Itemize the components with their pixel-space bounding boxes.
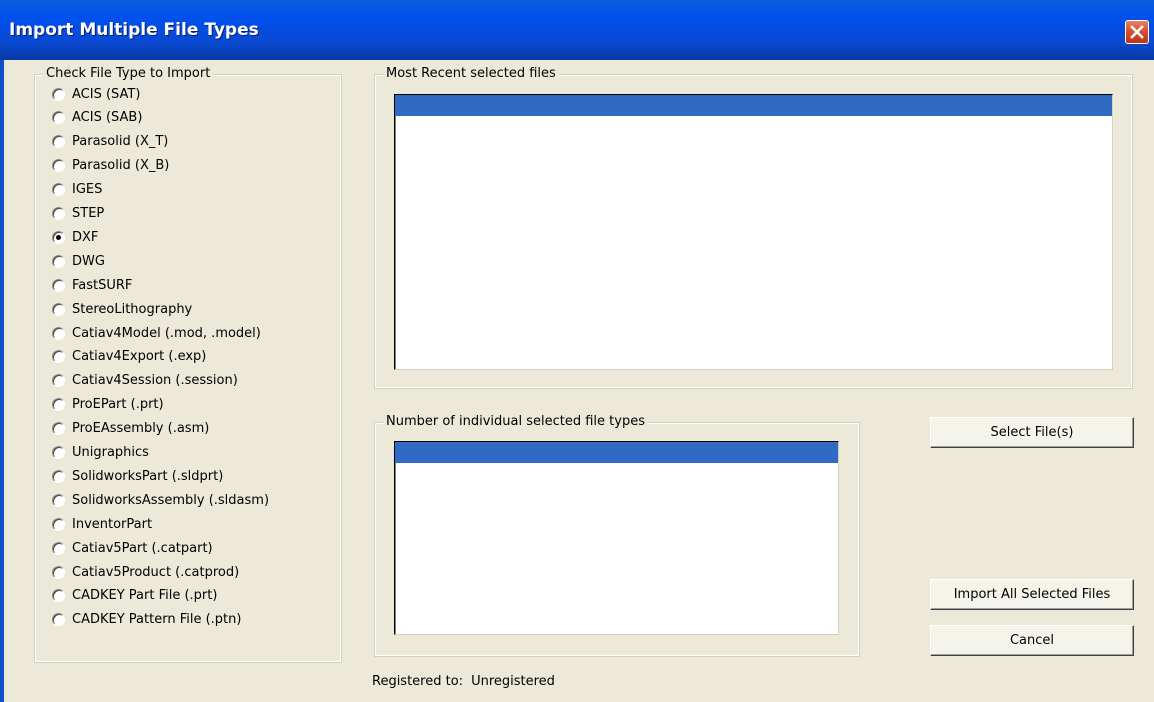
radio-option-label: StereoLithography xyxy=(72,301,193,317)
radio-button[interactable] xyxy=(52,278,65,292)
window-title: Import Multiple File Types xyxy=(9,20,259,40)
radio-button[interactable] xyxy=(52,469,65,483)
radio-option-catiav4model-mod-model[interactable]: Catiav4Model (.mod, .model) xyxy=(52,322,261,344)
radio-option-iges[interactable]: IGES xyxy=(52,179,102,201)
radio-option-label: Catiav5Product (.catprod) xyxy=(72,564,240,580)
close-icon xyxy=(1130,25,1144,39)
radio-option-label: Catiav4Model (.mod, .model) xyxy=(72,325,261,341)
radio-option-fastsurf[interactable]: FastSURF xyxy=(52,274,132,296)
radio-button[interactable] xyxy=(52,589,65,603)
registration-value: Unregistered xyxy=(471,674,555,689)
title-bar[interactable]: Import Multiple File Types xyxy=(0,0,1154,60)
radio-option-label: DWG xyxy=(72,253,105,269)
file-type-group-legend: Check File Type to Import xyxy=(43,66,214,82)
radio-option-label: Catiav5Part (.catpart) xyxy=(72,540,213,556)
radio-option-catiav4session-session[interactable]: Catiav4Session (.session) xyxy=(52,370,238,392)
radio-button[interactable] xyxy=(52,565,65,579)
radio-button[interactable] xyxy=(52,446,65,459)
radio-button[interactable] xyxy=(52,613,65,627)
radio-button[interactable] xyxy=(52,374,65,388)
radio-option-catiav5product-catprod[interactable]: Catiav5Product (.catprod) xyxy=(52,561,239,583)
radio-option-label: Unigraphics xyxy=(72,445,149,460)
radio-option-step[interactable]: STEP xyxy=(52,203,104,225)
radio-option-parasolid-x-b[interactable]: Parasolid (X_B) xyxy=(52,155,169,177)
radio-option-label: Catiav4Session (.session) xyxy=(72,373,238,389)
recent-files-group-legend: Most Recent selected files xyxy=(383,66,559,82)
radio-button[interactable] xyxy=(52,159,65,173)
radio-option-cadkey-part-file-prt[interactable]: CADKEY Part File (.prt) xyxy=(52,585,217,607)
radio-option-dxf[interactable]: DXF xyxy=(52,226,98,248)
radio-button[interactable] xyxy=(52,350,65,364)
radio-option-solidworksassembly-sldasm[interactable]: SolidworksAssembly (.sldasm) xyxy=(52,489,269,511)
select-files-button[interactable]: Select File(s) xyxy=(930,417,1134,448)
registration-label: Registered to: xyxy=(372,674,464,689)
radio-option-proeassembly-asm[interactable]: ProEAssembly (.asm) xyxy=(52,418,209,440)
radio-option-cadkey-pattern-file-ptn[interactable]: CADKEY Pattern File (.ptn) xyxy=(52,609,241,631)
radio-option-parasolid-x-t[interactable]: Parasolid (X_T) xyxy=(52,131,168,153)
radio-option-label: DXF xyxy=(72,229,99,245)
radio-button[interactable] xyxy=(52,183,65,197)
radio-button[interactable] xyxy=(52,517,65,531)
radio-button[interactable] xyxy=(52,326,65,340)
radio-option-label: Parasolid (X_B) xyxy=(72,158,170,174)
radio-option-stereolithography[interactable]: StereoLithography xyxy=(52,298,192,320)
radio-option-label: STEP xyxy=(72,206,105,221)
radio-option-inventorpart[interactable]: InventorPart xyxy=(52,513,152,535)
radio-option-label: ProEPart (.prt) xyxy=(72,397,164,413)
radio-option-proepart-prt[interactable]: ProEPart (.prt) xyxy=(52,394,164,416)
cancel-button[interactable]: Cancel xyxy=(930,625,1134,656)
radio-option-label: ACIS (SAB) xyxy=(72,110,143,126)
type-counts-selected-row[interactable] xyxy=(395,442,838,463)
radio-option-catiav4export-exp[interactable]: Catiav4Export (.exp) xyxy=(52,346,206,368)
radio-button[interactable] xyxy=(52,302,65,316)
radio-button[interactable] xyxy=(52,111,65,125)
radio-option-catiav5part-catpart[interactable]: Catiav5Part (.catpart) xyxy=(52,537,213,559)
radio-button[interactable] xyxy=(52,230,65,244)
recent-files-list[interactable] xyxy=(394,94,1113,370)
radio-option-label: SolidworksAssembly (.sldasm) xyxy=(72,492,270,508)
radio-button[interactable] xyxy=(52,207,65,220)
radio-option-label: ProEAssembly (.asm) xyxy=(72,421,210,437)
radio-option-label: FastSURF xyxy=(72,277,133,293)
window-left-border xyxy=(0,60,4,702)
radio-option-label: CADKEY Pattern File (.ptn) xyxy=(72,612,242,628)
radio-button[interactable] xyxy=(52,135,65,149)
type-counts-list[interactable] xyxy=(394,441,839,635)
radio-option-label: ACIS (SAT) xyxy=(72,86,141,102)
radio-button[interactable] xyxy=(52,398,65,412)
radio-option-label: IGES xyxy=(72,182,103,198)
recent-files-selected-row[interactable] xyxy=(395,95,1112,116)
import-all-button[interactable]: Import All Selected Files xyxy=(930,579,1134,610)
radio-option-label: SolidworksPart (.sldprt) xyxy=(72,468,224,484)
radio-button[interactable] xyxy=(52,254,65,268)
radio-button[interactable] xyxy=(52,493,65,507)
radio-option-acis-sab[interactable]: ACIS (SAB) xyxy=(52,107,142,129)
radio-option-label: Parasolid (X_T) xyxy=(72,134,169,150)
radio-button[interactable] xyxy=(52,422,65,436)
radio-button[interactable] xyxy=(52,87,65,101)
radio-option-dwg[interactable]: DWG xyxy=(52,250,105,272)
radio-option-label: Catiav4Export (.exp) xyxy=(72,349,207,365)
registration-status: Registered to: Unregistered xyxy=(372,674,555,689)
type-counts-group-legend: Number of individual selected file types xyxy=(383,414,648,430)
radio-option-label: InventorPart xyxy=(72,516,153,532)
close-button[interactable] xyxy=(1125,20,1149,44)
radio-option-solidworkspart-sldprt[interactable]: SolidworksPart (.sldprt) xyxy=(52,465,223,487)
radio-button[interactable] xyxy=(52,541,65,555)
file-type-group: Check File Type to Import ACIS (SAT) ACIS… xyxy=(34,66,342,663)
radio-option-acis-sat[interactable]: ACIS (SAT) xyxy=(52,83,140,105)
radio-option-label: CADKEY Part File (.prt) xyxy=(72,588,218,604)
radio-option-unigraphics[interactable]: Unigraphics xyxy=(52,442,149,464)
